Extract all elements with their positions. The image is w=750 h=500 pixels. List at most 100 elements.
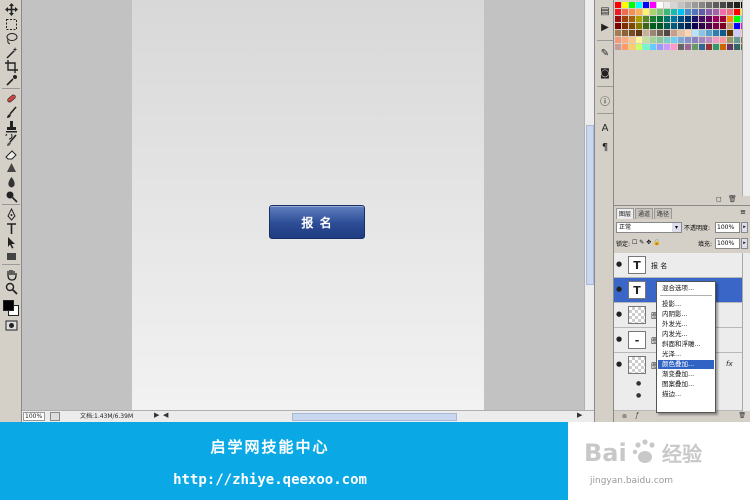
color-swatch[interactable] [727,16,733,22]
color-swatch[interactable] [622,2,628,8]
color-swatch[interactable] [699,2,705,8]
color-swatch[interactable] [671,2,677,8]
history-brush-tool-icon[interactable] [3,133,19,147]
effects-sublist-icon[interactable]: ● [636,380,641,387]
color-swatch[interactable] [664,44,670,50]
color-swatch[interactable] [664,16,670,22]
color-swatch[interactable] [671,23,677,29]
canvas-vertical-scrollbar[interactable] [584,0,594,410]
color-swatch[interactable] [629,44,635,50]
color-swatch[interactable] [699,23,705,29]
menu-item-stroke[interactable]: 描边... [658,390,714,399]
color-swatch[interactable] [713,30,719,36]
color-swatch[interactable] [713,2,719,8]
color-swatch[interactable] [734,2,740,8]
color-swatch[interactable] [713,9,719,15]
color-swatch[interactable] [706,44,712,50]
color-swatch[interactable] [629,37,635,43]
fill-arrow-icon[interactable]: ▸ [741,238,748,249]
color-swatch[interactable] [629,30,635,36]
color-swatch[interactable] [727,30,733,36]
visibility-eye-icon[interactable]: ● [616,360,622,368]
color-swatch[interactable] [699,37,705,43]
color-swatch[interactable] [678,2,684,8]
fill-field[interactable]: 100% [715,238,740,249]
color-swatch[interactable] [727,9,733,15]
vertical-scroll-thumb[interactable] [586,125,594,285]
visibility-eye-icon[interactable]: ● [616,260,622,268]
color-swatch[interactable] [685,2,691,8]
color-swatch[interactable] [636,9,642,15]
color-swatch[interactable] [678,9,684,15]
color-swatch[interactable] [671,16,677,22]
swatch-grid[interactable] [615,2,748,50]
color-swatch[interactable] [692,37,698,43]
rectangle-tool-icon[interactable] [3,249,19,263]
color-swatch[interactable] [664,2,670,8]
visibility-eye-icon[interactable]: ● [616,335,622,343]
color-swatch[interactable] [636,2,642,8]
scroll-left-arrow-icon[interactable]: ◀ [163,411,168,419]
color-swatch[interactable] [734,44,740,50]
color-swatch[interactable] [643,44,649,50]
move-tool-icon[interactable] [3,2,19,16]
character-panel-icon[interactable]: A [598,121,612,135]
tab-paths[interactable]: 路径 [654,208,673,219]
color-swatch[interactable] [699,44,705,50]
color-swatch[interactable] [615,16,621,22]
color-swatch[interactable] [643,2,649,8]
color-swatch[interactable] [657,37,663,43]
color-swatch[interactable] [622,9,628,15]
color-swatch[interactable] [678,30,684,36]
color-swatch[interactable] [650,9,656,15]
color-swatch[interactable] [636,16,642,22]
color-swatch[interactable] [657,16,663,22]
marquee-tool-icon[interactable] [3,17,19,31]
panel-menu-icon[interactable]: ≡ [740,208,746,216]
color-swatch[interactable] [615,30,621,36]
layer-row[interactable]: ● T 报 名 [614,253,742,278]
color-swatch[interactable] [629,2,635,8]
path-selection-tool-icon[interactable] [3,235,19,249]
menu-item-drop-shadow[interactable]: 投影... [658,300,714,309]
gradient-tool-icon[interactable] [3,161,19,175]
color-swatch[interactable] [678,23,684,29]
color-swatch[interactable] [657,9,663,15]
color-swatch[interactable] [713,23,719,29]
color-swatch[interactable] [678,16,684,22]
color-swatch[interactable] [643,23,649,29]
color-swatch[interactable] [713,37,719,43]
color-swatch[interactable] [615,2,621,8]
menu-item-inner-shadow[interactable]: 内阴影... [658,310,714,319]
color-swatch[interactable] [615,9,621,15]
color-swatch[interactable] [720,2,726,8]
color-swatch[interactable] [727,44,733,50]
color-swatch[interactable] [643,37,649,43]
color-swatch[interactable] [622,30,628,36]
zoom-level-field[interactable]: 100% [23,412,45,421]
brushes-panel-icon[interactable]: ✎ [598,46,612,60]
brush-tool-icon[interactable] [3,105,19,119]
color-swatch[interactable] [622,23,628,29]
menu-item-inner-glow[interactable]: 内发光... [658,330,714,339]
color-swatch[interactable] [692,44,698,50]
color-swatch[interactable] [706,30,712,36]
color-swatch[interactable] [706,9,712,15]
color-swatch[interactable] [720,37,726,43]
color-swatch[interactable] [685,16,691,22]
color-swatch[interactable] [657,23,663,29]
color-swatch[interactable] [643,16,649,22]
color-swatch[interactable] [671,30,677,36]
chevron-down-icon[interactable]: ▾ [672,223,681,232]
info-panel-icon[interactable]: ⓘ [598,93,612,108]
eyedropper-tool-icon[interactable] [3,73,19,87]
color-swatch[interactable] [734,23,740,29]
color-swatch[interactable] [692,30,698,36]
status-info-icon[interactable] [50,412,60,421]
layer-effects-fx-icon[interactable]: fx [726,360,733,368]
menu-item-pattern-overlay[interactable]: 图案叠加... [658,380,714,389]
color-swatch[interactable] [629,9,635,15]
color-swatch[interactable] [685,23,691,29]
color-swatch[interactable] [734,30,740,36]
color-swatch[interactable] [664,30,670,36]
